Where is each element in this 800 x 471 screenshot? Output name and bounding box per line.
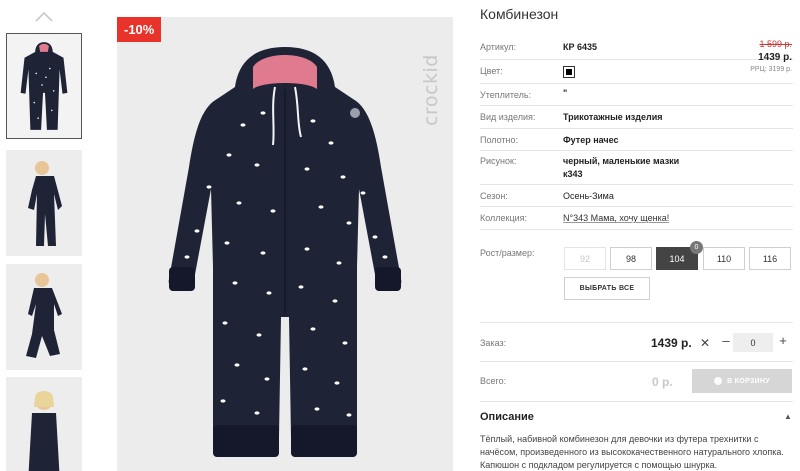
recommended-price: РРЦ: 3199 р.: [750, 66, 792, 73]
brand-watermark: crockid: [420, 54, 442, 126]
divider: [480, 150, 793, 151]
attr-value-type: Трикотажные изделия: [563, 112, 663, 122]
attr-label-type: Вид изделия:: [480, 112, 536, 122]
order-price: 1439 р.: [651, 336, 692, 350]
divider: [480, 229, 793, 230]
quantity-decrease-button[interactable]: –: [720, 333, 732, 351]
attr-value-pattern-code: к343: [563, 169, 583, 179]
divider: [480, 105, 793, 106]
discount-badge: -10%: [117, 17, 162, 42]
attr-label-fabric: Полотно:: [480, 135, 519, 145]
thumbnail-4[interactable]: [6, 377, 82, 471]
chevron-up-icon[interactable]: [34, 10, 54, 24]
thumbnail-2[interactable]: [6, 150, 82, 256]
total-value: 0 р.: [652, 375, 673, 389]
size-label: Рост/размер:: [480, 248, 535, 258]
size-option-92[interactable]: 92: [564, 247, 606, 270]
divider: [480, 322, 793, 323]
thumbnail-gallery: [0, 0, 110, 471]
size-option-116[interactable]: 116: [749, 247, 791, 270]
divider: [480, 59, 793, 60]
collection-link[interactable]: N°343 Мама, хочу щенка!: [563, 213, 669, 223]
attr-value-insulation: ": [563, 88, 568, 98]
divider: [480, 401, 793, 402]
attr-label-insulation: Утеплитель:: [480, 90, 532, 100]
size-option-98[interactable]: 98: [610, 247, 652, 270]
divider: [480, 83, 793, 84]
divider: [480, 184, 793, 185]
attr-value-article: КР 6435: [563, 42, 598, 52]
add-to-cart-label: В КОРЗИНУ: [727, 377, 770, 385]
order-label: Заказ:: [480, 338, 507, 348]
thumbnail-1[interactable]: [6, 33, 82, 139]
description-text: Тёплый, набивной комбинезон для девочки …: [480, 434, 784, 470]
size-option-110[interactable]: 110: [703, 247, 745, 270]
multiply-icon: ✕: [700, 336, 711, 350]
attr-value-season: Осень-Зима: [563, 191, 614, 201]
thumbnail-3[interactable]: [6, 264, 82, 370]
attr-value-pattern: черный, маленькие мазки: [563, 156, 680, 166]
divider: [480, 128, 793, 129]
attr-label-color: Цвет:: [480, 66, 503, 76]
attr-label-collection: Коллекция:: [480, 213, 528, 223]
attr-label-pattern: Рисунок:: [480, 156, 517, 166]
divider: [480, 206, 793, 207]
cart-icon: [714, 377, 723, 385]
old-price: 1 599 р.: [759, 39, 792, 49]
total-label: Всего:: [480, 376, 507, 386]
select-all-button[interactable]: ВЫБРАТЬ ВСЕ: [564, 277, 650, 300]
description-title[interactable]: Описание: [480, 411, 534, 423]
current-price: 1439 р.: [758, 52, 792, 63]
quantity-increase-button[interactable]: +: [776, 333, 790, 351]
divider: [480, 361, 793, 362]
attr-label-season: Сезон:: [480, 191, 508, 201]
add-to-cart-button[interactable]: В КОРЗИНУ: [692, 369, 792, 393]
color-swatch[interactable]: [563, 66, 575, 78]
size-count-badge: 0: [690, 241, 703, 254]
product-title: Комбинезон: [480, 6, 559, 22]
attr-value-fabric: Футер начес: [563, 135, 619, 145]
quantity-input[interactable]: [733, 333, 773, 352]
chevron-up-icon[interactable]: ▲: [784, 412, 792, 421]
attr-label-article: Артикул:: [480, 42, 517, 52]
product-main-image[interactable]: -10% crockid: [117, 17, 453, 471]
jumpsuit-photo: [117, 17, 453, 471]
